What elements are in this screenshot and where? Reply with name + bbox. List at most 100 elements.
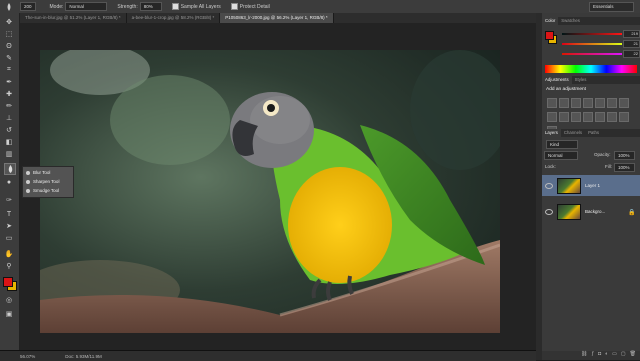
posterize-icon[interactable] [607, 112, 617, 122]
options-bar: 200 Mode: Normal Strength: 80% Sample Al… [0, 0, 640, 14]
workspace-switcher[interactable]: Essentials [589, 2, 634, 12]
tab-document-1[interactable]: The-sun-in-blur.jpg @ 51.2% (Layer 1, RG… [20, 13, 127, 23]
panel-foreground-swatch[interactable] [545, 31, 554, 40]
history-brush-tool-icon[interactable]: ↺ [4, 125, 14, 135]
blend-mode-select[interactable]: Normal [544, 151, 578, 160]
tab-styles[interactable]: Styles [572, 76, 590, 84]
tab-layers[interactable]: Layers [542, 129, 561, 137]
threshold-icon[interactable] [619, 112, 629, 122]
tool-preset-icon[interactable] [4, 2, 14, 12]
hue-icon[interactable] [607, 98, 617, 108]
green-value[interactable]: 21 [623, 40, 640, 48]
trash-icon[interactable]: 🗑 [630, 351, 636, 360]
mode-label: Mode: [49, 3, 64, 10]
invert-icon[interactable] [595, 112, 605, 122]
channel-mixer-icon[interactable] [571, 112, 581, 122]
layer-thumbnail [557, 177, 581, 194]
color-balance-icon[interactable] [619, 98, 629, 108]
flyout-blur-label: Blur Tool [33, 170, 51, 175]
layer-name[interactable]: Backgro... [585, 209, 605, 214]
tab-document-3[interactable]: P1050863_lr-2000.jpg @ 56.2% (Layer 1, R… [220, 13, 334, 23]
tab-channels[interactable]: Channels [561, 129, 585, 137]
photo-filter-icon[interactable] [559, 112, 569, 122]
folder-icon[interactable]: ▭ [612, 351, 617, 360]
flyout-blur-tool[interactable]: Blur Tool [26, 168, 50, 177]
blur-tool-icon[interactable] [4, 163, 16, 175]
layers-panel-tabs: Layers Channels Paths [542, 129, 640, 137]
doc-size: Doc: 5.93M/11.9M [65, 353, 102, 359]
quick-select-tool-icon[interactable]: ✎ [4, 53, 14, 63]
eye-icon[interactable] [545, 182, 553, 189]
adjustment-layer-icon[interactable]: ◐ [605, 351, 608, 360]
fill-field[interactable]: 100% [614, 163, 635, 172]
tab-adjustments[interactable]: Adjustments [542, 76, 572, 84]
status-bar: 56.07% Doc: 5.93M/11.9M [0, 350, 536, 361]
red-slider[interactable] [562, 33, 622, 35]
tab-color[interactable]: Color [542, 17, 559, 25]
quick-mask-icon[interactable]: ◎ [4, 295, 14, 305]
levels-icon[interactable] [559, 98, 569, 108]
exposure-icon[interactable] [583, 98, 593, 108]
blue-value[interactable]: 22 [623, 50, 640, 58]
protect-detail-checkbox[interactable] [230, 3, 238, 10]
color-lookup-icon[interactable] [583, 112, 593, 122]
color-ramp[interactable] [545, 65, 637, 73]
curves-icon[interactable] [571, 98, 581, 108]
brush-size-field[interactable]: 200 [20, 2, 36, 11]
tab-document-2[interactable]: a-bee-blur-1-crop.jpg @ 58.2% (RGB/8) * [127, 13, 221, 23]
strength-label: Strength: [117, 3, 138, 10]
blur-tools-flyout: Blur Tool Sharpen Tool Smudge Tool [22, 166, 74, 198]
gradient-tool-icon[interactable]: ▥ [4, 149, 14, 159]
mask-icon[interactable]: ◘ [598, 351, 601, 360]
fx-icon[interactable]: ƒ [591, 351, 594, 360]
tab-swatches[interactable]: Swatches [558, 17, 583, 25]
lock-label: Lock: [545, 164, 556, 169]
mode-select[interactable]: Normal [65, 2, 108, 11]
opacity-field[interactable]: 100% [614, 151, 635, 160]
blue-slider[interactable] [562, 53, 622, 55]
flyout-smudge-tool[interactable]: Smudge Tool [26, 186, 59, 195]
link-icon[interactable]: ⛓ [581, 351, 587, 360]
zoom-level[interactable]: 56.07% [20, 354, 35, 359]
lasso-tool-icon[interactable]: ʘ [4, 41, 14, 51]
layers-footer: ⛓ ƒ ◘ ◐ ▭ ▢ 🗑 [542, 351, 640, 360]
brush-tool-icon[interactable]: ✏ [4, 101, 14, 111]
pen-tool-icon[interactable]: ✑ [4, 195, 14, 205]
layer-filter-kind[interactable]: Kind [546, 140, 578, 149]
finger-icon [26, 188, 30, 193]
adjustments-panel-tabs: Adjustments Styles [542, 76, 640, 84]
move-tool-icon[interactable]: ✥ [4, 17, 14, 27]
zoom-tool-icon[interactable]: ⚲ [4, 261, 14, 271]
layer-name[interactable]: Layer 1 [585, 183, 600, 188]
green-slider[interactable] [562, 43, 622, 45]
screen-mode-icon[interactable]: ▣ [4, 309, 14, 319]
eraser-tool-icon[interactable]: ◧ [4, 137, 14, 147]
eye-icon[interactable] [545, 208, 553, 215]
brush-size-picker[interactable]: 200 [20, 2, 36, 11]
sample-all-layers-checkbox[interactable] [171, 3, 179, 10]
bw-icon[interactable] [547, 112, 557, 122]
layer-row-layer-1[interactable]: Layer 1 [542, 175, 640, 196]
new-layer-icon[interactable]: ▢ [621, 351, 626, 360]
marquee-tool-icon[interactable]: ⬚ [4, 29, 14, 39]
layer-row-background[interactable]: Backgro... [542, 201, 640, 222]
flyout-sharpen-tool[interactable]: Sharpen Tool [26, 177, 59, 186]
brightness-icon[interactable] [547, 98, 557, 108]
foreground-color-swatch[interactable] [3, 277, 13, 287]
dodge-tool-icon[interactable]: ● [4, 177, 14, 187]
shape-tool-icon[interactable]: ▭ [4, 233, 14, 243]
parrot-photo[interactable] [40, 50, 500, 333]
tab-paths[interactable]: Paths [585, 129, 602, 137]
flyout-smudge-label: Smudge Tool [33, 188, 60, 193]
type-tool-icon[interactable]: T [4, 209, 14, 219]
eyedropper-tool-icon[interactable]: ✒ [4, 77, 14, 87]
flyout-sharpen-label: Sharpen Tool [33, 179, 60, 184]
healing-brush-tool-icon[interactable]: ✚ [4, 89, 14, 99]
hand-tool-icon[interactable]: ✋ [4, 249, 14, 259]
crop-tool-icon[interactable]: ⌗ [4, 65, 14, 75]
red-value[interactable]: 219 [623, 30, 640, 38]
path-select-tool-icon[interactable]: ➤ [4, 221, 14, 231]
vibrance-icon[interactable] [595, 98, 605, 108]
strength-field[interactable]: 80% [139, 2, 162, 11]
clone-stamp-tool-icon[interactable]: ⊥ [4, 113, 14, 123]
